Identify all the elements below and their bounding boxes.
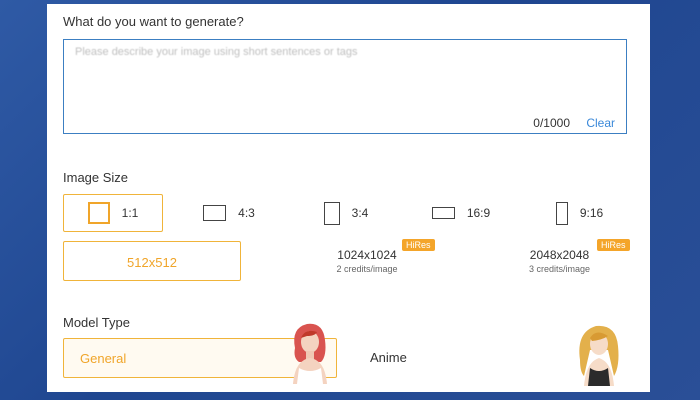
model-label: General <box>80 351 127 366</box>
ratio-option-3-4[interactable]: 3:4 <box>321 194 371 232</box>
ratio-label: 3:4 <box>351 206 369 220</box>
ratio-option-16-9[interactable]: 16:9 <box>430 194 492 232</box>
square-ratio-icon <box>87 202 110 224</box>
ratio-option-1-1[interactable]: 1:1 <box>63 194 163 232</box>
resolution-option-2048[interactable]: 2048x2048 3 credits/image HiRes <box>487 239 632 281</box>
hires-badge: HiRes <box>597 239 630 251</box>
model-label: Anime <box>370 350 407 365</box>
prompt-input[interactable]: Please describe your image using short s… <box>63 39 627 134</box>
hires-badge: HiRes <box>402 239 435 251</box>
anime-model-avatar-icon <box>579 325 619 386</box>
tall-ratio-icon <box>555 201 568 225</box>
landscape-ratio-icon <box>203 205 227 221</box>
generate-panel: What do you want to generate? Please des… <box>47 4 650 392</box>
general-model-avatar-icon <box>293 323 327 384</box>
prompt-placeholder: Please describe your image using short s… <box>75 46 358 58</box>
prompt-label: What do you want to generate? <box>63 14 244 29</box>
character-counter: 0/1000 <box>533 116 570 130</box>
ratio-label: 16:9 <box>466 206 491 220</box>
credits-label: 3 credits/image <box>528 264 591 274</box>
model-type-label: Model Type <box>63 315 130 330</box>
image-size-label: Image Size <box>63 170 129 185</box>
resolution-label: 512x512 <box>127 255 177 270</box>
resolution-option-1024[interactable]: 1024x1024 2 credits/image HiRes <box>292 239 442 281</box>
ratio-label: 4:3 <box>238 206 255 220</box>
ratio-label: 1:1 <box>121 206 139 220</box>
ratio-label: 9:16 <box>579 206 604 220</box>
wide-ratio-icon <box>431 207 455 219</box>
portrait-ratio-icon <box>323 201 340 225</box>
ratio-option-9-16[interactable]: 9:16 <box>552 194 607 232</box>
ratio-option-4-3[interactable]: 4:3 <box>199 194 259 232</box>
credits-label: 2 credits/image <box>336 264 398 274</box>
clear-button[interactable]: Clear <box>586 116 615 130</box>
resolution-option-512[interactable]: 512x512 <box>63 241 241 281</box>
